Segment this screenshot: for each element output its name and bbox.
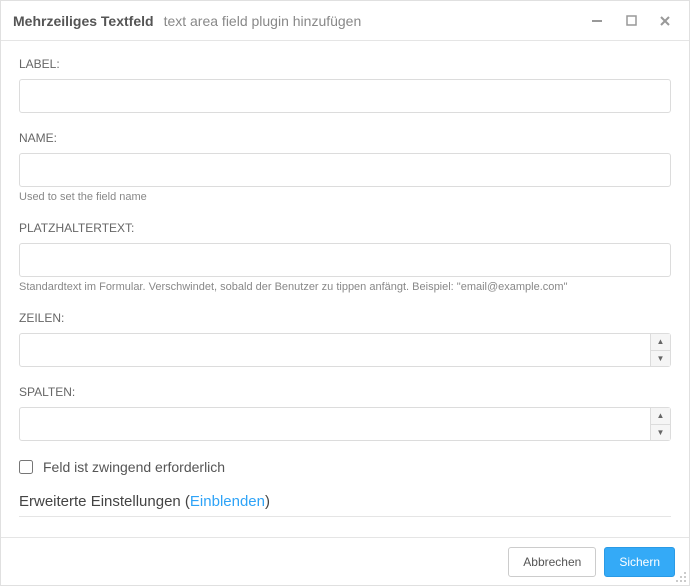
field-placeholder-group: PLATZHALTERTEXT: Standardtext im Formula…	[19, 221, 671, 293]
close-icon	[658, 14, 672, 28]
advanced-settings-prefix: Erweiterte Einstellungen (	[19, 493, 190, 510]
field-name-group: NAME: Used to set the field name	[19, 131, 671, 203]
field-name-label: NAME:	[19, 131, 671, 145]
cols-spinner: ▲ ▼	[650, 408, 670, 440]
minimize-button[interactable]	[585, 9, 609, 33]
field-cols-control: ▲ ▼	[19, 407, 671, 441]
rows-spinner: ▲ ▼	[650, 334, 670, 366]
field-label-input[interactable]	[19, 79, 671, 113]
field-cols-label: SPALTEN:	[19, 385, 671, 399]
field-required-row: Feld ist zwingend erforderlich	[19, 459, 671, 475]
minimize-icon	[590, 14, 604, 28]
field-placeholder-input[interactable]	[19, 243, 671, 277]
resize-grip-icon	[675, 571, 687, 583]
dialog-body[interactable]: LABEL: NAME: Used to set the field name …	[1, 41, 689, 537]
advanced-settings-toggle[interactable]: Einblenden	[190, 493, 265, 510]
save-button[interactable]: Sichern	[604, 547, 675, 577]
cancel-button[interactable]: Abbrechen	[508, 547, 596, 577]
rows-step-up[interactable]: ▲	[651, 334, 670, 351]
field-cols-input[interactable]	[20, 408, 650, 440]
chevron-down-icon: ▼	[657, 428, 665, 437]
dialog-window: Mehrzeiliges Textfeld text area field pl…	[0, 0, 690, 586]
chevron-up-icon: ▲	[657, 337, 665, 346]
field-placeholder-label: PLATZHALTERTEXT:	[19, 221, 671, 235]
cols-step-down[interactable]: ▼	[651, 425, 670, 441]
close-button[interactable]	[653, 9, 677, 33]
advanced-settings-suffix: )	[265, 493, 270, 510]
field-name-help: Used to set the field name	[19, 191, 671, 203]
field-required-label: Feld ist zwingend erforderlich	[43, 459, 225, 475]
field-rows-group: ZEILEN: ▲ ▼	[19, 311, 671, 367]
titlebar: Mehrzeiliges Textfeld text area field pl…	[1, 1, 689, 41]
field-rows-control: ▲ ▼	[19, 333, 671, 367]
rows-step-down[interactable]: ▼	[651, 351, 670, 367]
advanced-settings-header: Erweiterte Einstellungen (Einblenden)	[19, 493, 671, 517]
field-placeholder-help: Standardtext im Formular. Verschwindet, …	[19, 281, 671, 293]
field-cols-group: SPALTEN: ▲ ▼	[19, 385, 671, 441]
field-rows-input[interactable]	[20, 334, 650, 366]
chevron-down-icon: ▼	[657, 354, 665, 363]
maximize-button[interactable]	[619, 9, 643, 33]
dialog-subtitle: text area field plugin hinzufügen	[164, 13, 362, 29]
maximize-icon	[625, 14, 638, 27]
chevron-up-icon: ▲	[657, 411, 665, 420]
resize-handle[interactable]	[675, 571, 687, 583]
field-name-input[interactable]	[19, 153, 671, 187]
dialog-footer: Abbrechen Sichern	[1, 537, 689, 585]
field-label-group: LABEL:	[19, 57, 671, 113]
dialog-title: Mehrzeiliges Textfeld	[13, 13, 154, 29]
field-required-checkbox[interactable]	[19, 460, 33, 474]
cols-step-up[interactable]: ▲	[651, 408, 670, 425]
field-rows-label: ZEILEN:	[19, 311, 671, 325]
field-label-label: LABEL:	[19, 57, 671, 71]
